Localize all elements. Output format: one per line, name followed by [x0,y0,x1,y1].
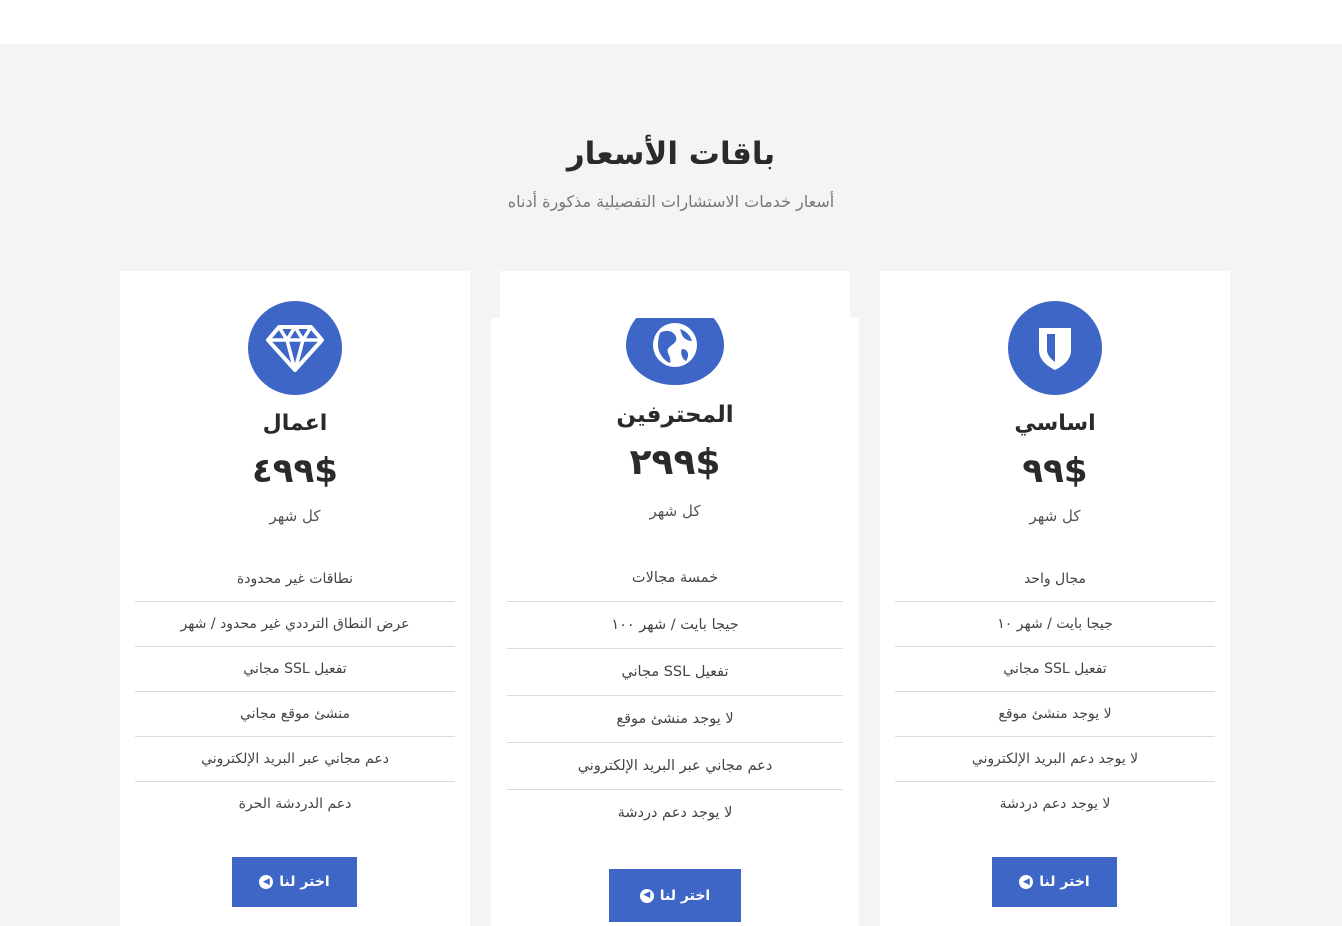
feature-item: دعم الدردشة الحرة [238,796,352,812]
plan-period: كل شهر [269,507,321,525]
feature-item: دعم مجاني عبر البريد الإلكتروني [135,737,455,782]
feature-item: تفعيل SSL مجاني [135,647,455,692]
feature-item: نطاقات غير محدودة [135,557,455,602]
choose-plan-button-basic[interactable]: اختر لنا ◀ [992,857,1117,907]
section-subtitle: أسعار خدمات الاستشارات التفصيلية مذكورة … [507,192,835,211]
feature-item: لا يوجد منشئ موقع [895,692,1215,737]
feature-item: لا يوجد دعم البريد الإلكتروني [895,737,1215,782]
choose-plan-button-professional[interactable]: اختر لنا ◀ [609,869,741,922]
feature-item: جيجا بايت / شهر ١٠٠ [507,602,843,649]
feature-item: خمسة مجالات [507,555,843,602]
feature-item: تفعيل SSL مجاني [507,649,843,696]
diamond-icon [248,301,342,395]
shield-icon [1008,301,1102,395]
feature-list: خمسة مجالات جيجا بايت / شهر ١٠٠ تفعيل SS… [507,555,843,837]
plan-name: اعمال [262,411,328,436]
plan-name: اساسي [1014,411,1096,436]
feature-list: نطاقات غير محدودة عرض النطاق الترددي غير… [135,557,455,827]
choose-plan-button-business[interactable]: اختر لنا ◀ [232,857,357,907]
button-label: اختر لنا [659,887,711,904]
arrow-left-circle-icon: ◀ [1019,875,1034,889]
feature-item: لا يوجد دعم دردشة [617,805,733,821]
feature-item: مجال واحد [895,557,1215,602]
plan-price: ٩٩$ [1022,451,1088,491]
plan-period: كل شهر [1029,507,1081,525]
pricing-card-professional: المحترفين ٢٩٩$ كل شهر خمسة مجالات جيجا ب… [491,318,859,926]
plan-price: ٢٩٩$ [629,442,721,483]
card-top-edge [625,301,725,318]
plan-name: المحترفين [616,402,734,428]
arrow-left-circle-icon: ◀ [639,888,654,903]
feature-item: دعم مجاني عبر البريد الإلكتروني [507,743,843,790]
feature-item: لا يوجد منشئ موقع [507,696,843,743]
button-label: اختر لنا [279,874,330,890]
plan-price: ٤٩٩$ [252,451,338,491]
feature-item: عرض النطاق الترددي غير محدود / شهر [135,602,455,647]
feature-item: منشئ موقع مجاني [135,692,455,737]
top-navbar [0,0,1342,44]
pricing-card-business: اعمال ٤٩٩$ كل شهر نطاقات غير محدودة عرض … [120,271,470,926]
feature-list: مجال واحد جيجا بايت / شهر ١٠ تفعيل SSL م… [895,557,1215,827]
feature-item: جيجا بايت / شهر ١٠ [895,602,1215,647]
feature-item: لا يوجد دعم دردشة [999,796,1111,812]
button-label: اختر لنا [1039,874,1090,890]
feature-item: تفعيل SSL مجاني [895,647,1215,692]
plan-period: كل شهر [649,502,701,520]
section-title: باقات الأسعار [566,136,776,172]
arrow-left-circle-icon: ◀ [259,875,274,889]
pricing-card-basic: اساسي ٩٩$ كل شهر مجال واحد جيجا بايت / ش… [880,271,1230,926]
